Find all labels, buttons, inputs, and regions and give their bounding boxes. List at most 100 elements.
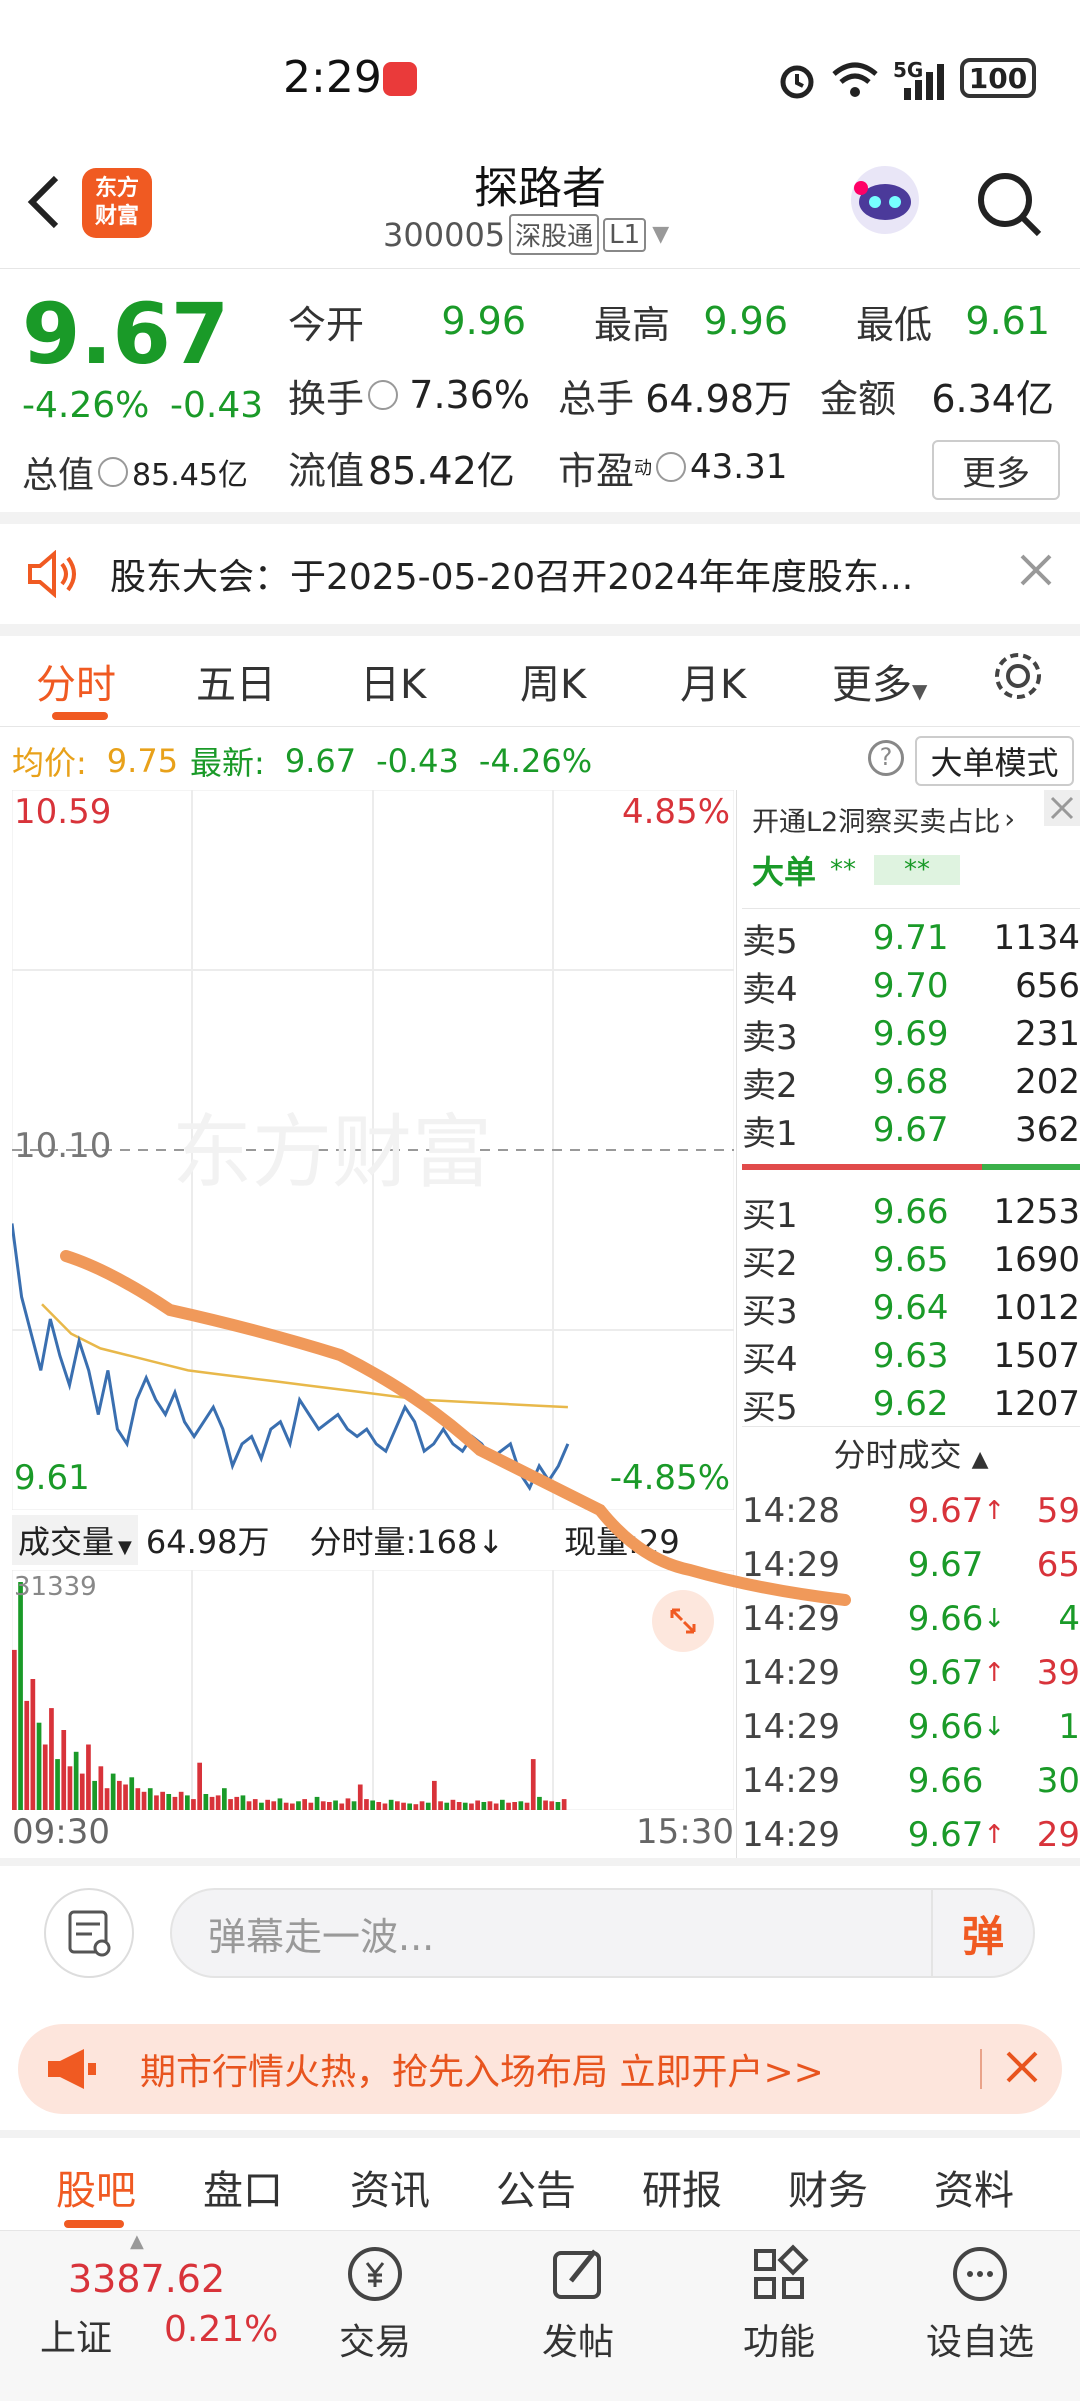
info-icon[interactable] <box>656 452 687 482</box>
volume-bar <box>462 1802 468 1810</box>
tab-news[interactable]: 资讯 <box>350 2158 430 2216</box>
active-tab-indicator <box>52 712 108 720</box>
sell-row[interactable]: 卖2 9.68 202 <box>742 1058 1080 1106</box>
tab-monthly-k[interactable]: 月K <box>680 652 746 710</box>
post-button[interactable]: 发帖 <box>523 2231 633 2401</box>
danmu-send-button[interactable]: 弹 <box>933 1903 1033 1964</box>
volume-bar <box>92 1780 97 1810</box>
tab-financials[interactable]: 财务 <box>788 2158 868 2216</box>
robot-assistant-icon[interactable] <box>845 160 925 240</box>
trades-title[interactable]: 分时成交 ▲ <box>742 1430 1080 1476</box>
search-icon[interactable] <box>975 170 1045 240</box>
trade-button[interactable]: 交易 <box>320 2231 430 2401</box>
info-icon[interactable] <box>368 380 398 410</box>
volume-bar <box>42 1744 48 1810</box>
intraday-chart[interactable]: 东方财富 10.59 4.85% 10.10 9.61 -4.85% 成交量 ▼ … <box>12 790 734 1852</box>
info-icon[interactable] <box>98 457 129 487</box>
volume-bar <box>209 1796 215 1810</box>
sell-row[interactable]: 卖3 9.69 231 <box>742 1010 1080 1058</box>
buy-row[interactable]: 买5 9.62 1207 <box>742 1380 1080 1428</box>
y-mid-label: 10.10 <box>14 1126 112 1166</box>
help-icon[interactable]: ? <box>868 740 904 776</box>
tick-volume: 分时量:168↓ <box>309 1523 505 1561</box>
sell-row[interactable]: 卖1 9.67 362 <box>742 1106 1080 1154</box>
expand-icon[interactable] <box>652 1590 714 1652</box>
alarm-icon <box>775 58 819 102</box>
more-quote-button[interactable]: 更多 <box>932 440 1060 500</box>
buy-levels: 买1 9.66 1253 买2 9.65 1690 买3 9.64 1012 买4 9.63 1… <box>742 1188 1080 1428</box>
volume-bar <box>419 1801 425 1810</box>
volume-bar <box>432 1780 437 1810</box>
change-pct: -4.26% <box>22 385 150 426</box>
big-order-mode-button[interactable]: 大单模式 <box>915 736 1074 786</box>
volume-bar <box>67 1766 73 1810</box>
volume-bar <box>296 1801 301 1810</box>
buy-row[interactable]: 买3 9.64 1012 <box>742 1284 1080 1332</box>
tab-intraday[interactable]: 分时 <box>36 652 116 710</box>
sell-row[interactable]: 卖5 9.71 1134 <box>742 914 1080 962</box>
add-watchlist-button[interactable]: 设自选 <box>910 2231 1050 2401</box>
tab-more[interactable]: 更多▼ <box>832 652 927 710</box>
danmu-input[interactable]: 弹幕走一波... 弹 <box>170 1888 1035 1978</box>
close-promo-banner-icon[interactable] <box>982 2047 1062 2091</box>
caret-down-icon: ▼ <box>118 1537 132 1558</box>
buy-row[interactable]: 买1 9.66 1253 <box>742 1188 1080 1236</box>
volume-bar <box>537 1796 542 1810</box>
volume-selector[interactable]: 成交量 ▼ <box>12 1515 138 1565</box>
low-value: 9.61 <box>965 299 1050 343</box>
volume-bar <box>160 1791 165 1810</box>
volume-bar <box>98 1766 104 1810</box>
tab-daily-k[interactable]: 日K <box>360 652 426 710</box>
caret-up-icon: ▲ <box>130 2231 144 2252</box>
buy-row[interactable]: 买4 9.63 1507 <box>742 1332 1080 1380</box>
close-notice-icon[interactable] <box>1018 552 1054 588</box>
volume-bar <box>320 1801 326 1810</box>
open-label: 今开 <box>288 302 365 347</box>
volume-bar <box>30 1679 36 1810</box>
volume-bar <box>234 1796 240 1810</box>
volume-bar <box>18 1582 23 1810</box>
gear-icon[interactable] <box>990 648 1046 704</box>
volume-bar <box>388 1799 394 1810</box>
volume-bar <box>469 1803 474 1810</box>
speaker-icon <box>26 549 80 599</box>
tab-announcements[interactable]: 公告 <box>496 2158 576 2216</box>
volume-bar <box>172 1796 178 1810</box>
chevron-down-icon: ▼ <box>652 222 670 247</box>
l2-promo[interactable]: 开通L2洞察买卖占比 › <box>752 800 1015 839</box>
volume-bar <box>228 1799 233 1810</box>
tab-weekly-k[interactable]: 周K <box>520 652 586 710</box>
sell-row[interactable]: 卖4 9.70 656 <box>742 962 1080 1010</box>
promo-banner[interactable]: 期市行情火热，抢先入场布局 立即开户>> <box>18 2024 1062 2114</box>
turnover-value: 7.36% <box>409 373 530 417</box>
volume-bar <box>185 1795 190 1810</box>
buy-row[interactable]: 买2 9.65 1690 <box>742 1236 1080 1284</box>
functions-label: 功能 <box>742 2322 815 2363</box>
pe-label: 市盈 <box>558 448 635 493</box>
more-dots-icon <box>953 2247 1007 2301</box>
sell-levels: 卖5 9.71 1134 卖4 9.70 656 卖3 9.69 231 卖2 9.68 202… <box>742 914 1080 1154</box>
close-promo-icon[interactable] <box>1044 790 1080 826</box>
index-quote[interactable]: ▲ 3387.62 上证 0.21% <box>0 2231 278 2401</box>
volume-bar <box>104 1788 110 1810</box>
volume-bar <box>215 1795 221 1810</box>
tab-market[interactable]: 盘口 <box>203 2158 283 2216</box>
trade-label: 交易 <box>338 2322 411 2363</box>
volume-bar <box>61 1730 67 1810</box>
tab-research[interactable]: 研报 <box>642 2158 722 2216</box>
trade-row: 14:29 9.66 30 <box>742 1761 1080 1801</box>
tab-forum[interactable]: 股吧 <box>56 2158 136 2216</box>
index-value: 3387.62 <box>68 2257 226 2301</box>
volume-bar <box>555 1802 561 1810</box>
tab-five-day[interactable]: 五日 <box>196 652 276 710</box>
volume-bar <box>154 1795 159 1810</box>
stock-code-row[interactable]: 300005 深股通 L1 ▼ <box>383 214 669 255</box>
volume-bar <box>49 1708 54 1810</box>
volume-bar <box>308 1802 314 1810</box>
danmu-settings-icon[interactable] <box>44 1888 134 1978</box>
latest-label: 最新: <box>190 744 265 782</box>
tab-profile[interactable]: 资料 <box>934 2158 1014 2216</box>
functions-button[interactable]: 功能 <box>724 2231 834 2401</box>
notice-bar[interactable]: 股东大会：于2025-05-20召开2024年年度股东... <box>0 524 1080 624</box>
trade-row: 14:29 9.67 65 <box>742 1545 1080 1585</box>
